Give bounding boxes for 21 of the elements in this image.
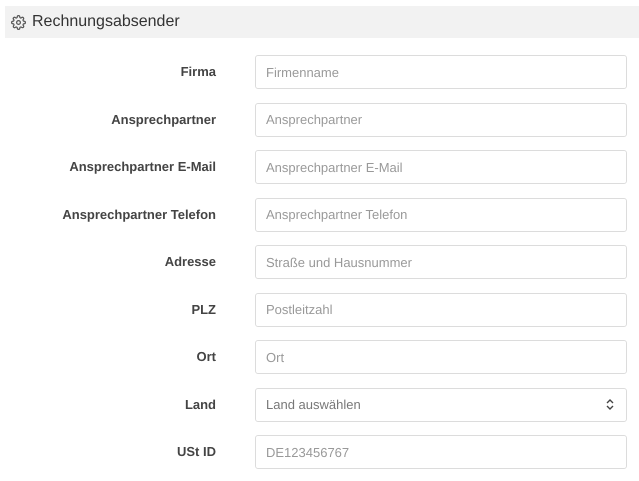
field-label: Ort bbox=[196, 348, 216, 366]
section-title: Rechnungsabsender bbox=[32, 12, 180, 32]
field-label: Ansprechpartner E-Mail bbox=[69, 158, 216, 176]
input-field[interactable]: Firmenname bbox=[255, 55, 627, 89]
input-field[interactable]: Ort bbox=[255, 340, 627, 374]
field-label: Land bbox=[184, 396, 216, 414]
input-field[interactable]: Postleitzahl bbox=[255, 292, 627, 326]
input-field[interactable]: Ansprechpartner Telefon bbox=[255, 198, 627, 232]
field-label: Firma bbox=[180, 63, 216, 81]
field-label: Ansprechpartner Telefon bbox=[62, 206, 216, 224]
input-field[interactable]: Ansprechpartner E-Mail bbox=[255, 150, 627, 184]
settings-icon bbox=[11, 14, 26, 30]
field-label: Ansprechpartner bbox=[111, 110, 216, 129]
field-label: Adresse bbox=[164, 253, 216, 271]
input-field[interactable]: Straße und Hausnummer bbox=[255, 245, 627, 279]
select-field[interactable]: Land auswählen bbox=[255, 388, 627, 422]
input-field[interactable]: DE123456767 bbox=[255, 435, 627, 469]
input-field[interactable]: Ansprechpartner bbox=[255, 102, 627, 136]
up-down-chevron-icon bbox=[606, 399, 614, 410]
field-label: USt ID bbox=[177, 443, 216, 461]
field-label: PLZ bbox=[191, 300, 216, 318]
